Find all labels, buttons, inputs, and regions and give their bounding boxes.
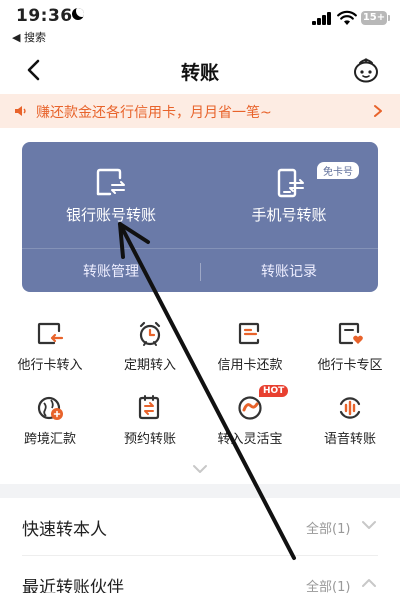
customer-service-robot-icon[interactable] (352, 56, 380, 84)
no-card-number-badge: 免卡号 (317, 162, 359, 179)
card-import-icon (37, 322, 64, 345)
promo-banner[interactable]: 赚还款金还各行信用卡，月月省一笔~ (0, 94, 400, 128)
grid-item-flexible-treasure[interactable]: HOT 转入灵活宝 (200, 385, 300, 462)
grid-item-scheduled-transfer[interactable]: 预约转账 (100, 394, 200, 462)
wifi-icon (337, 10, 357, 25)
bank-account-transfer-button[interactable]: 银行账号转账 (22, 142, 200, 247)
grid-item-voice-transfer[interactable]: 语音转账 (300, 394, 400, 462)
phone-transfer-button[interactable]: 免卡号 手机号转账 (200, 142, 378, 247)
grid-item-label: 定期转入 (123, 358, 176, 373)
credit-card-icon (238, 322, 260, 345)
grid-item-card-import[interactable]: 他行卡转入 (0, 320, 100, 388)
page-title: 转账 (180, 62, 219, 84)
status-bar: 19:36 ◀ 搜索 15+ (0, 0, 400, 46)
alarm-clock-icon (139, 321, 161, 346)
globe-remit-icon (37, 396, 63, 420)
moon-icon (72, 8, 84, 20)
phone-transfer-icon (277, 168, 304, 198)
cellular-signal-icon (312, 12, 332, 25)
promo-banner-text: 赚还款金还各行信用卡，月月省一笔~ (36, 105, 272, 121)
schedule-doc-icon (138, 395, 160, 420)
grid-item-cross-border-remit[interactable]: 跨境汇款 (0, 394, 100, 462)
voice-transfer-icon (339, 397, 361, 419)
row-count: 全部(1) (306, 522, 351, 537)
recent-partners-row[interactable]: 最近转账伙伴 全部(1) (0, 556, 400, 593)
grid-item-other-bank-zone[interactable]: 他行卡专区 (300, 320, 400, 388)
grid-item-label: 预约转账 (123, 432, 176, 447)
transfer-management-link[interactable]: 转账管理 (22, 261, 200, 281)
expand-grid-chevron-icon[interactable] (192, 463, 208, 475)
card-bottom-bar: 转账管理 转账记录 (22, 248, 378, 292)
hot-badge: HOT (259, 385, 289, 397)
grid-item-fixed-deposit[interactable]: 定期转入 (100, 320, 200, 388)
grid-item-label: 他行卡专区 (317, 358, 383, 373)
bank-account-transfer-label: 银行账号转账 (65, 206, 156, 224)
grid-item-label: 语音转账 (323, 432, 376, 447)
clock: 19:36 (16, 6, 73, 26)
row-label: 快速转本人 (22, 520, 107, 540)
chevron-up-icon (362, 579, 376, 587)
flexible-treasure-icon (238, 396, 262, 420)
transfer-records-link[interactable]: 转账记录 (200, 261, 378, 281)
grid-item-label: 跨境汇款 (23, 432, 76, 447)
card-heart-icon (338, 322, 363, 345)
bank-card-transfer-icon (96, 168, 125, 196)
grid-item-label: 转入灵活宝 (217, 432, 283, 447)
grid-item-credit-card-repay[interactable]: 信用卡还款 (200, 320, 300, 388)
row-count: 全部(1) (306, 580, 351, 593)
phone-transfer-label: 手机号转账 (251, 206, 327, 224)
chevron-down-icon (362, 521, 376, 529)
back-to-app-link[interactable]: ◀ 搜索 (12, 29, 46, 45)
transfer-card: 银行账号转账 免卡号 手机号转账 转账管理 转账记录 (22, 142, 378, 292)
row-label: 最近转账伙伴 (22, 578, 124, 593)
speaker-icon (15, 106, 26, 116)
chevron-right-icon (374, 105, 382, 117)
nav-bar: 转账 (0, 46, 400, 94)
battery-indicator: 15+ (361, 11, 390, 25)
quick-transfer-self-row[interactable]: 快速转本人 全部(1) (0, 498, 400, 556)
grid-item-label: 信用卡还款 (217, 358, 283, 373)
grid-item-label: 他行卡转入 (17, 358, 83, 373)
